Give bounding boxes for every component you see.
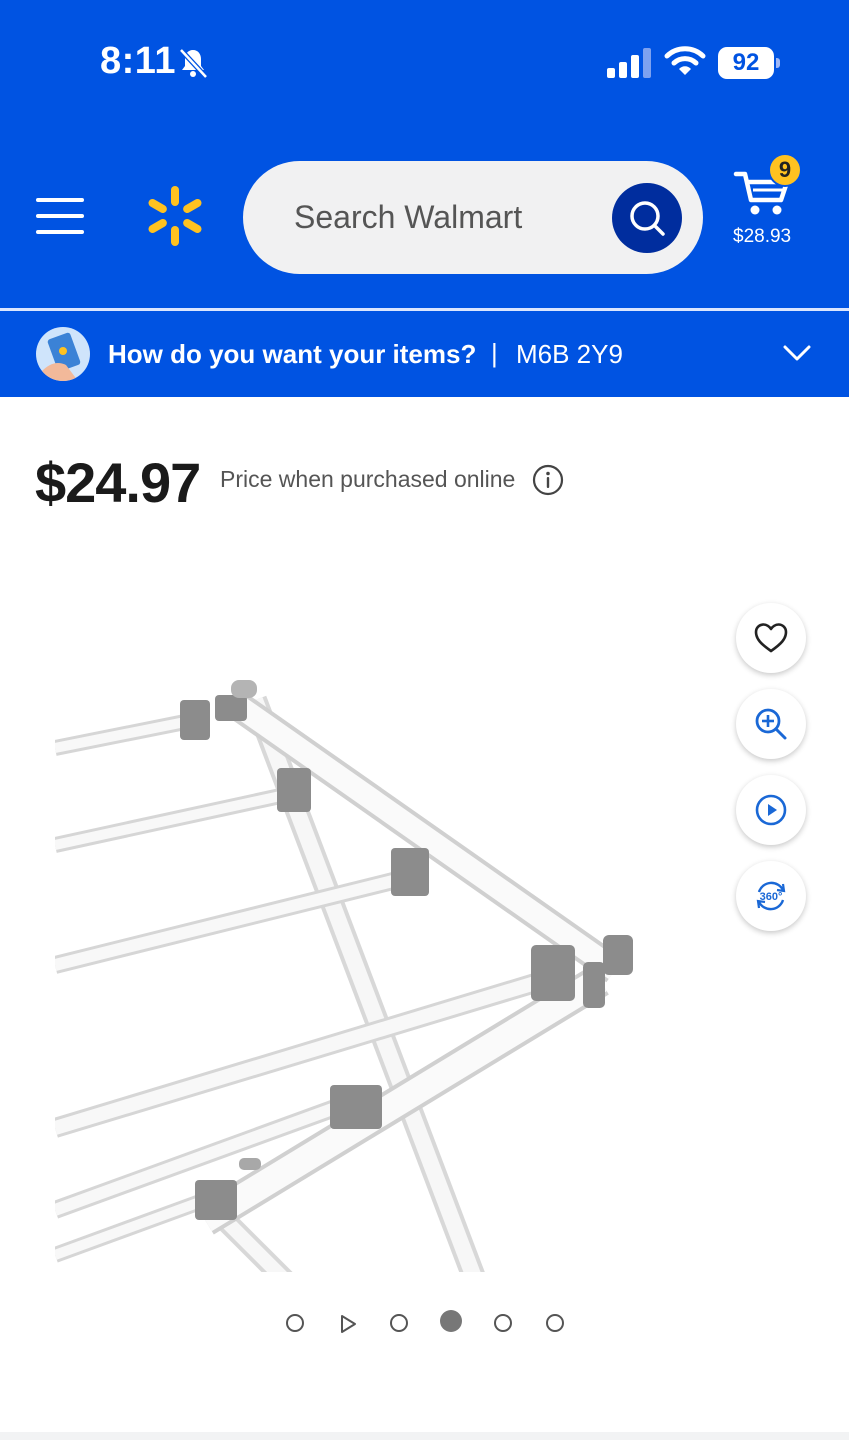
- 360-view-icon: 360°: [756, 881, 786, 911]
- search-placeholder: Search Walmart: [294, 199, 523, 235]
- header: 8:11 92 Search Walmart 9 $28.93: [0, 0, 849, 308]
- svg-text:360°: 360°: [760, 891, 783, 903]
- product-price: $24.97: [35, 451, 201, 514]
- cart-button[interactable]: 9 $28.93: [729, 153, 809, 253]
- carousel-dot[interactable]: [286, 1314, 304, 1332]
- zoom-in-icon: [755, 708, 787, 740]
- status-time: 8:11: [100, 40, 176, 82]
- view-360-button[interactable]: 360°: [736, 861, 806, 931]
- carousel-dot[interactable]: [546, 1314, 564, 1332]
- menu-button[interactable]: [36, 196, 84, 236]
- battery-indicator: 92: [718, 47, 780, 79]
- carousel-dot-active[interactable]: [440, 1310, 462, 1332]
- zoom-button[interactable]: [736, 689, 806, 759]
- search-input[interactable]: Search Walmart: [243, 161, 703, 274]
- price-note: Price when purchased online: [220, 466, 516, 492]
- search-button[interactable]: [612, 183, 682, 253]
- video-button[interactable]: [736, 775, 806, 845]
- carousel-dot[interactable]: [390, 1314, 408, 1332]
- bottom-divider: [0, 1432, 849, 1440]
- phone-hand-icon: [36, 327, 90, 381]
- chevron-down-icon[interactable]: [783, 344, 811, 362]
- cellular-signal-icon: [607, 48, 651, 78]
- info-icon[interactable]: [532, 464, 564, 496]
- delivery-selector[interactable]: How do you want your items? | M6B 2Y9: [0, 311, 849, 397]
- drying-rack-illustration: [55, 680, 633, 1272]
- carousel-indicators: [280, 1309, 570, 1339]
- walmart-spark-logo[interactable]: [142, 183, 208, 249]
- play-icon: [755, 794, 787, 826]
- battery-level: 92: [718, 47, 774, 79]
- wifi-icon: [664, 46, 706, 75]
- delivery-separator: |: [491, 338, 498, 368]
- carousel-dot[interactable]: [494, 1314, 512, 1332]
- video-play-indicator-icon[interactable]: [338, 1313, 358, 1335]
- delivery-question: How do you want your items?: [108, 339, 477, 369]
- search-icon: [630, 201, 665, 236]
- cart-count-badge: 9: [768, 153, 802, 187]
- favorite-button[interactable]: [736, 603, 806, 673]
- heart-icon: [754, 623, 788, 653]
- cart-total: $28.93: [733, 226, 792, 247]
- bell-muted-icon: [179, 48, 208, 79]
- product-image[interactable]: [55, 560, 695, 1272]
- postal-code: M6B 2Y9: [516, 339, 623, 369]
